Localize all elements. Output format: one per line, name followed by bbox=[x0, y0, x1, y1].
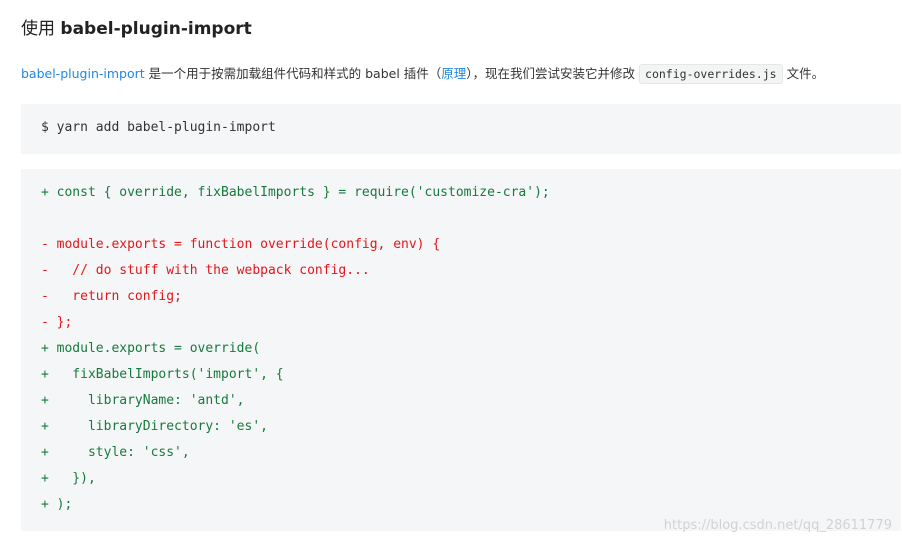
diff-line-added: + libraryDirectory: 'es', bbox=[41, 419, 268, 434]
section-title: 使用 babel-plugin-import bbox=[21, 16, 252, 42]
diff-line-added: + ); bbox=[41, 497, 73, 512]
diff-line-added: + libraryName: 'antd', bbox=[41, 393, 245, 408]
install-code-block: $ yarn add babel-plugin-import bbox=[21, 104, 901, 154]
intro-text-1: 是一个用于按需加载组件代码和样式的 babel 插件（ bbox=[144, 66, 442, 81]
watermark: https://blog.csdn.net/qq_28611779 bbox=[663, 518, 892, 533]
section-title-prefix: 使用 bbox=[21, 19, 61, 39]
install-command: $ yarn add babel-plugin-import bbox=[41, 120, 276, 135]
diff-line-removed: - module.exports = function override(con… bbox=[41, 237, 441, 252]
diff-line-added: + }), bbox=[41, 471, 96, 486]
diff-line-removed: - // do stuff with the webpack config... bbox=[41, 263, 370, 278]
diff-line-added: + const { override, fixBabelImports } = … bbox=[41, 185, 550, 200]
diff-line-added: + module.exports = override( bbox=[41, 341, 261, 356]
diff-line-removed: - }; bbox=[41, 315, 73, 330]
intro-text-3: 文件。 bbox=[782, 66, 825, 81]
intro-text-2: ），现在我们尝试安装它并修改 bbox=[466, 66, 640, 81]
section-title-plugin: babel-plugin-import bbox=[60, 19, 252, 39]
intro-paragraph: babel-plugin-import 是一个用于按需加载组件代码和样式的 ba… bbox=[21, 63, 896, 85]
diff-line-removed: - return config; bbox=[41, 289, 182, 304]
principle-link[interactable]: 原理 bbox=[441, 66, 466, 81]
diff-line-added: + fixBabelImports('import', { bbox=[41, 367, 284, 382]
config-file-code: config-overrides.js bbox=[639, 64, 783, 84]
plugin-link[interactable]: babel-plugin-import bbox=[21, 66, 145, 81]
diff-line-added: + style: 'css', bbox=[41, 445, 190, 460]
diff-code-block: + const { override, fixBabelImports } = … bbox=[21, 169, 901, 531]
